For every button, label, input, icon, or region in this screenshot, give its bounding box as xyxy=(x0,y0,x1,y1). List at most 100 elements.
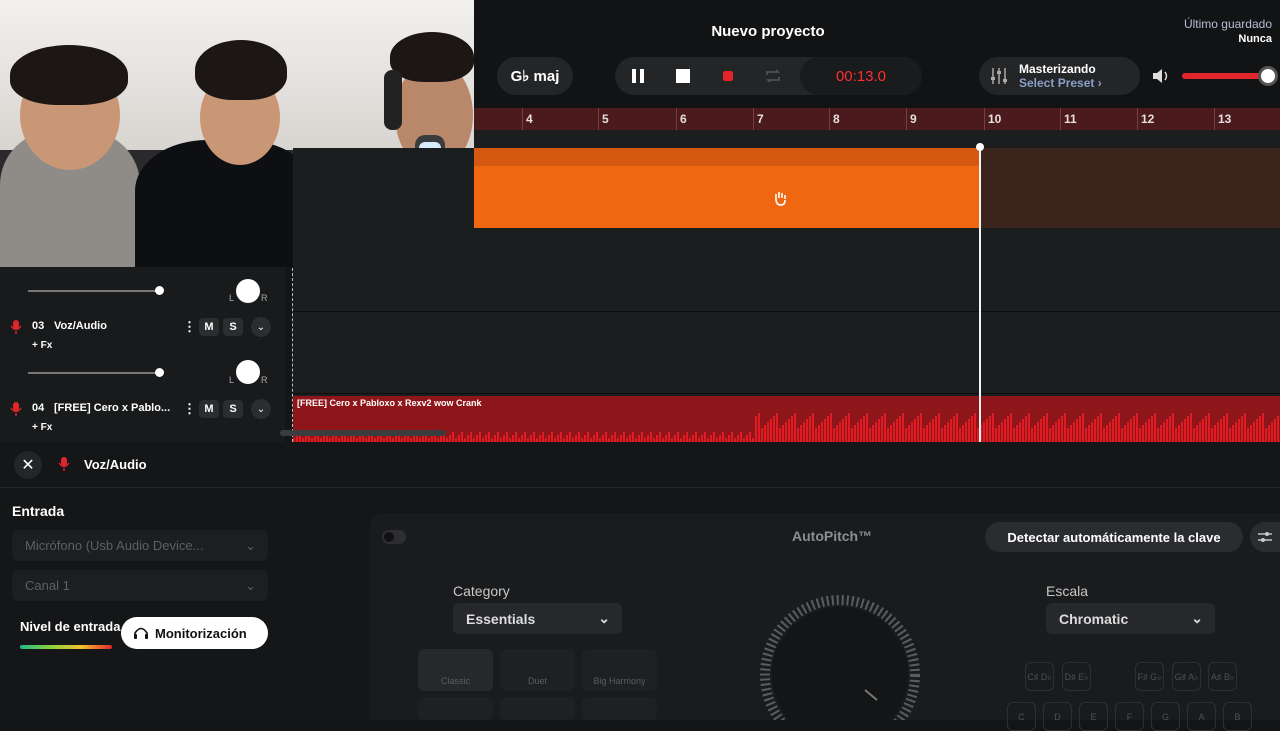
hand-cursor-icon xyxy=(775,192,786,206)
ruler-tick-line xyxy=(598,108,599,130)
mode-duet[interactable]: Duet xyxy=(500,649,575,691)
mute-button[interactable]: M xyxy=(199,318,219,336)
pause-icon xyxy=(631,69,644,83)
ruler-tick-label: 4 xyxy=(526,112,533,126)
ruler-tick-label: 5 xyxy=(602,112,609,126)
pan-right-label: R xyxy=(261,375,268,385)
track-volume-slider[interactable] xyxy=(28,290,160,292)
person-left-hair xyxy=(10,45,128,105)
loop-button[interactable] xyxy=(750,57,795,95)
track-menu-icon[interactable]: ⋮ xyxy=(183,319,196,335)
playhead-handle[interactable] xyxy=(976,143,984,151)
panel-track-title: Voz/Audio xyxy=(84,457,147,472)
ruler-tick-line xyxy=(1214,108,1215,130)
input-device-select[interactable]: Micrófono (Usb Audio Device... ⌄ xyxy=(12,530,268,561)
mode-big-harmony[interactable]: Big Harmony xyxy=(582,649,657,691)
key-button-sharp[interactable]: G♯ A♭ xyxy=(1172,662,1201,691)
scale-select[interactable]: Chromatic ⌄ xyxy=(1046,603,1215,634)
key-button-sharp[interactable]: F♯ G♭ xyxy=(1135,662,1164,691)
master-volume-handle[interactable] xyxy=(1258,66,1278,86)
pan-knob[interactable] xyxy=(236,279,260,303)
mode-tile[interactable] xyxy=(418,697,493,720)
category-select[interactable]: Essentials ⌄ xyxy=(453,603,622,634)
chevron-down-icon: ⌄ xyxy=(598,610,610,626)
mode-tile[interactable] xyxy=(500,697,575,720)
monitor-button[interactable]: Monitorización xyxy=(121,617,268,649)
mode-classic[interactable]: Classic xyxy=(418,649,493,691)
detect-key-button[interactable]: Detectar automáticamente la clave xyxy=(985,522,1243,552)
mode-label: Classic xyxy=(440,676,470,686)
panel-header xyxy=(0,442,1280,488)
pan-knob[interactable] xyxy=(236,360,260,384)
track-name[interactable]: [FREE] Cero x Pablo... xyxy=(54,402,170,414)
saved-value: Nunca xyxy=(1238,33,1272,45)
audio-waveform xyxy=(293,413,1279,442)
input-level-label: Nivel de entrada xyxy=(20,619,121,634)
mute-button[interactable]: M xyxy=(199,400,219,418)
audio-clip-name: [FREE] Cero x Pabloxo x Rexv2 wow Crank xyxy=(297,398,482,408)
key-button-natural[interactable]: F xyxy=(1115,702,1144,731)
ruler-tick-line xyxy=(829,108,830,130)
ruler-tick-label: 10 xyxy=(988,112,1002,126)
key-button[interactable]: G♭ maj xyxy=(497,57,573,95)
ruler-tick-label: 13 xyxy=(1218,112,1232,126)
add-fx-button[interactable]: + Fx xyxy=(32,340,52,351)
key-button-natural[interactable]: D xyxy=(1043,702,1072,731)
key-button-sharp[interactable]: A♯ B♭ xyxy=(1208,662,1237,691)
microphone-icon xyxy=(10,402,22,416)
sliders-glyph xyxy=(1258,532,1272,542)
solo-button[interactable]: S xyxy=(223,400,243,418)
key-button-natural[interactable]: A xyxy=(1187,702,1216,731)
key-button-sharp[interactable]: C♯ D♭ xyxy=(1025,662,1054,691)
headphones xyxy=(384,70,402,130)
key-button-natural[interactable]: G xyxy=(1151,702,1180,731)
close-icon[interactable]: ✕ xyxy=(14,451,42,479)
loop-icon xyxy=(765,69,780,83)
pause-button[interactable] xyxy=(615,57,660,95)
chevron-down-icon: ⌄ xyxy=(1191,610,1203,626)
microphone-icon xyxy=(58,457,70,471)
record-icon xyxy=(722,71,733,81)
settings-sliders-icon[interactable] xyxy=(1250,522,1280,552)
clip-tail xyxy=(980,148,1280,228)
master-volume-slider[interactable] xyxy=(1182,73,1270,79)
person-right-hair xyxy=(390,32,474,82)
chevron-down-icon[interactable]: ⌄ xyxy=(251,399,271,419)
volume-icon[interactable] xyxy=(1151,68,1171,84)
ruler-tick-line xyxy=(522,108,523,130)
key-button-sharp[interactable]: D♯ E♭ xyxy=(1062,662,1091,691)
recording-clip-header[interactable] xyxy=(474,148,979,166)
chevron-down-icon[interactable]: ⌄ xyxy=(251,317,271,337)
mastering-title: Masterizando xyxy=(1019,62,1096,76)
input-level-meter xyxy=(20,645,112,649)
chevron-down-icon: ⌄ xyxy=(245,577,256,593)
input-channel-select[interactable]: Canal 1 ⌄ xyxy=(12,570,268,601)
playhead[interactable] xyxy=(979,146,981,442)
key-button-natural[interactable]: B xyxy=(1223,702,1252,731)
solo-button[interactable]: S xyxy=(223,318,243,336)
track-menu-icon[interactable]: ⋮ xyxy=(183,401,196,417)
project-title[interactable]: Nuevo proyecto xyxy=(690,23,846,40)
track-volume-handle[interactable] xyxy=(155,368,164,377)
person-middle-hair xyxy=(195,40,287,100)
track-name[interactable]: Voz/Audio xyxy=(54,320,107,332)
key-button-natural[interactable]: C xyxy=(1007,702,1036,731)
stop-button[interactable] xyxy=(660,57,705,95)
toggle-knob xyxy=(384,532,394,542)
category-value: Essentials xyxy=(466,610,536,627)
track-volume-handle[interactable] xyxy=(155,286,164,295)
add-fx-button[interactable]: + Fx xyxy=(32,422,52,433)
category-label: Category xyxy=(453,583,510,599)
pitch-dial[interactable] xyxy=(755,590,925,720)
mastering-button[interactable]: Masterizando Select Preset › xyxy=(979,57,1140,95)
mode-tile[interactable] xyxy=(582,697,657,720)
ruler-tick-line xyxy=(753,108,754,130)
track-volume-slider[interactable] xyxy=(28,372,160,374)
record-button[interactable] xyxy=(705,57,750,95)
horizontal-scrollbar[interactable] xyxy=(280,430,446,436)
timeline-ruler[interactable] xyxy=(474,108,1280,130)
mastering-preset[interactable]: Select Preset › xyxy=(1019,76,1102,90)
pan-left-label: L xyxy=(229,293,235,303)
autopitch-toggle[interactable] xyxy=(382,530,406,544)
key-button-natural[interactable]: E xyxy=(1079,702,1108,731)
